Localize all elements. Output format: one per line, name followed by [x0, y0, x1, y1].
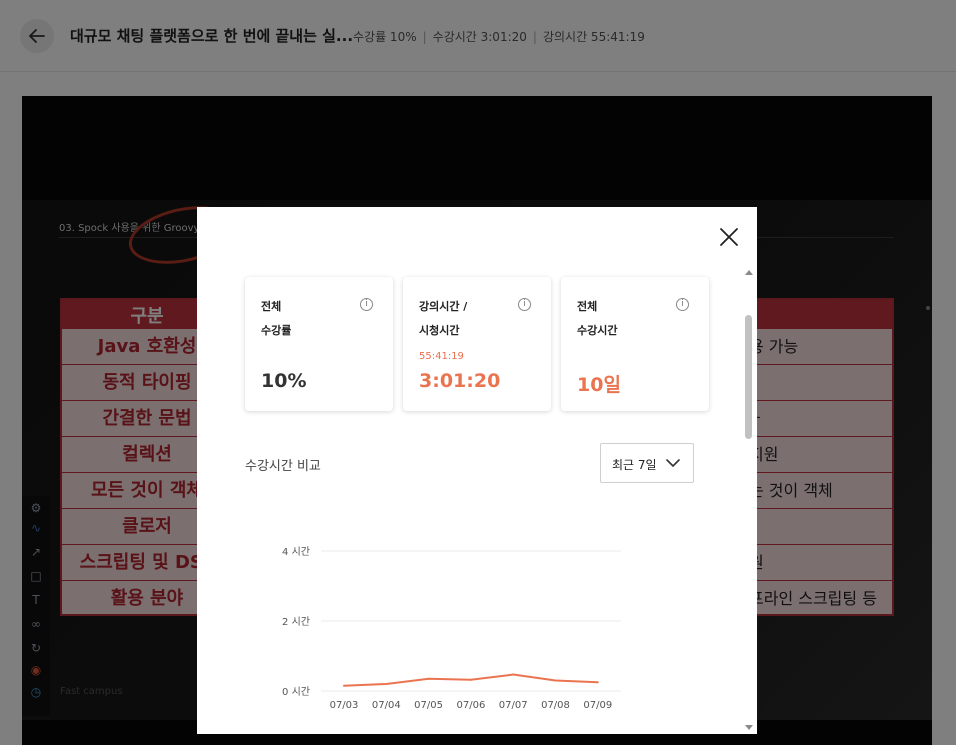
data-point: [469, 678, 472, 681]
stat-card: 전체수강시간 i 10일: [561, 277, 709, 411]
stat-card-label: 수강률: [261, 324, 292, 337]
scrollbar-thumb[interactable]: [745, 315, 752, 439]
x-tick-label: 07/05: [414, 700, 443, 711]
data-point: [512, 673, 515, 676]
stat-card-label: 강의시간 /: [419, 300, 468, 313]
close-button[interactable]: [716, 224, 742, 250]
close-icon: [720, 228, 738, 246]
stat-card-label: 수강시간: [577, 324, 618, 337]
data-point: [596, 681, 599, 684]
stat-card-value: 10일: [577, 374, 621, 396]
stat-card-label: 전체: [261, 300, 282, 313]
x-tick-label: 07/03: [330, 700, 359, 711]
stat-card-value: 10%: [261, 370, 307, 392]
learning-stats-modal: 전체수강률 i 10% 강의시간 / 시청시간 i 55:41:19 3:01:20 전체수강시…: [197, 207, 757, 734]
y-tick-label: 4 시간: [282, 546, 310, 558]
stat-card-label: 전체: [577, 300, 598, 313]
info-icon[interactable]: i: [518, 298, 531, 311]
stat-card: 강의시간 / 시청시간 i 55:41:19 3:01:20: [403, 277, 551, 411]
scroll-down-icon[interactable]: [743, 723, 755, 733]
course-player-page: 대규모 채팅 플랫폼으로 한 번에 끝내는 실... 수강률 10%|수강시간 …: [0, 0, 956, 745]
period-select[interactable]: 최근 7일: [600, 443, 694, 483]
x-tick-label: 07/07: [499, 700, 528, 711]
stat-card-subvalue: 55:41:19: [419, 351, 464, 362]
period-select-value: 최근 7일: [612, 458, 657, 472]
y-tick-label: 0 시간: [282, 686, 310, 698]
modal-scrollbar[interactable]: [743, 265, 755, 734]
info-icon[interactable]: i: [676, 298, 689, 311]
stat-card-value: 3:01:20: [419, 370, 501, 392]
x-tick-label: 07/08: [541, 700, 570, 711]
chart-title: 수강시간 비교: [245, 459, 321, 474]
x-tick-label: 07/06: [456, 700, 485, 711]
data-point: [427, 677, 430, 680]
x-tick-label: 07/09: [583, 700, 612, 711]
info-icon[interactable]: i: [360, 298, 373, 311]
data-point: [343, 684, 345, 687]
stat-card: 전체수강률 i 10%: [245, 277, 393, 411]
y-tick-label: 2 시간: [282, 616, 310, 628]
study-time-line-chart: 0 시간 2 시간 4 시간 07/03 07/04 07/05 07/06 07/07 07/…: [282, 546, 621, 711]
chevron-down-icon: [666, 459, 680, 467]
stat-card-label: 시청시간: [419, 324, 460, 337]
x-tick-label: 07/04: [372, 700, 401, 711]
data-point: [554, 679, 557, 682]
scroll-up-icon[interactable]: [743, 267, 755, 277]
data-point: [385, 683, 388, 685]
